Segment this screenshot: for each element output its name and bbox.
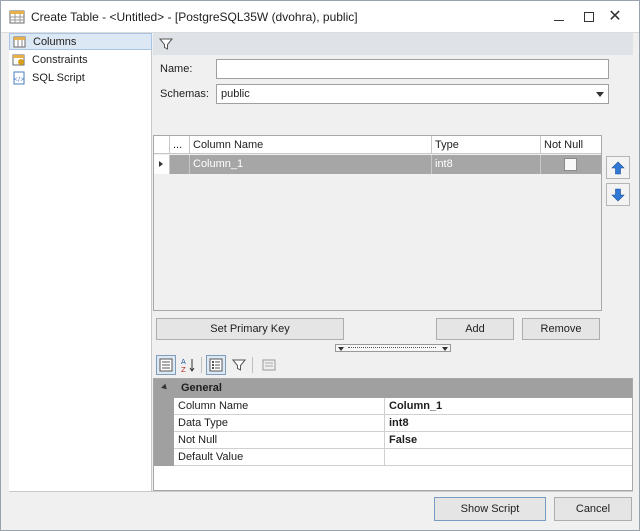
row-pointer-icon [159, 161, 163, 167]
minimize-icon [554, 19, 564, 21]
collapse-icon[interactable] [161, 383, 169, 392]
svg-text:Z: Z [181, 366, 186, 373]
property-name: Default Value [174, 449, 385, 466]
row-gutter [154, 432, 174, 449]
property-pages-icon [262, 359, 276, 371]
chevron-down-icon [596, 92, 604, 97]
nav-item-label: SQL Script [32, 71, 85, 84]
schemas-label: Schemas: [160, 88, 209, 100]
schemas-value: public [221, 88, 250, 100]
columns-panel: Name: Schemas: public ... Column Name Ty… [153, 33, 633, 491]
name-label: Name: [160, 63, 193, 75]
property-name: Data Type [174, 415, 385, 432]
property-row-data-type[interactable]: Data Type int8 [154, 415, 632, 432]
sql-script-icon: </> [13, 71, 25, 84]
arrow-down-icon [611, 188, 625, 201]
cell-column-name[interactable]: Column_1 [190, 155, 432, 174]
move-down-button[interactable] [606, 183, 630, 206]
row-ellipsis-cell[interactable] [170, 155, 190, 174]
property-row-not-null[interactable]: Not Null False [154, 432, 632, 449]
nav-item-columns[interactable]: Columns [9, 33, 152, 50]
property-pages-button[interactable] [259, 355, 279, 375]
categorized-icon [159, 358, 173, 372]
not-null-checkbox[interactable] [564, 158, 577, 171]
property-row-column-name[interactable]: Column Name Column_1 [154, 398, 632, 415]
filter-icon [232, 359, 246, 371]
filter-icon[interactable] [159, 37, 173, 51]
property-name: Column Name [174, 398, 385, 415]
header-ellipsis[interactable]: ... [170, 136, 190, 154]
nav-item-label: Constraints [32, 53, 88, 66]
row-gutter [154, 449, 174, 466]
left-navigation: Columns Constraints </> SQL Script [9, 33, 152, 491]
move-up-button[interactable] [606, 156, 630, 179]
row-indicator [154, 155, 170, 174]
header-column-name[interactable]: Column Name [190, 136, 432, 154]
window-title: Create Table - <Untitled> - [PostgreSQL3… [31, 10, 358, 24]
header-type[interactable]: Type [432, 136, 541, 154]
property-grid[interactable]: General Column Name Column_1 Data Type i… [153, 378, 633, 491]
panel-splitter[interactable] [335, 344, 451, 352]
create-table-window: Create Table - <Untitled> - [PostgreSQL3… [0, 0, 640, 531]
schemas-dropdown[interactable]: public [216, 84, 609, 104]
name-input[interactable] [216, 59, 609, 79]
row-gutter [154, 398, 174, 415]
property-value[interactable]: False [385, 432, 632, 449]
toolbar-separator [201, 357, 202, 373]
columns-grid[interactable]: ... Column Name Type Not Null Column_1 i… [153, 135, 602, 311]
cancel-button[interactable]: Cancel [554, 497, 632, 521]
nav-item-constraints[interactable]: Constraints [9, 51, 152, 68]
maximize-icon [584, 12, 594, 22]
sort-alphabetical-button[interactable]: A Z [178, 355, 198, 375]
table-icon [9, 10, 25, 24]
maximize-button[interactable] [575, 1, 603, 33]
set-primary-key-button[interactable]: Set Primary Key [156, 318, 344, 340]
properties-icon [209, 358, 223, 372]
table-row[interactable]: Column_1 int8 [154, 155, 601, 174]
remove-button[interactable]: Remove [522, 318, 600, 340]
constraints-icon [12, 54, 25, 65]
close-button[interactable]: ✕ [601, 1, 629, 33]
properties-button[interactable] [206, 355, 226, 375]
cell-not-null[interactable] [541, 155, 601, 174]
title-bar[interactable]: Create Table - <Untitled> - [PostgreSQL3… [1, 1, 639, 33]
header-not-null[interactable]: Not Null [541, 136, 601, 154]
cell-type[interactable]: int8 [432, 155, 541, 174]
property-toolbar: A Z [153, 355, 633, 377]
categorized-button[interactable] [156, 355, 176, 375]
svg-text:</>: </> [13, 76, 25, 83]
footer-separator [9, 491, 633, 492]
property-value[interactable] [385, 449, 632, 466]
add-button[interactable]: Add [436, 318, 514, 340]
close-icon: ✕ [608, 8, 622, 25]
svg-text:A: A [181, 358, 186, 366]
show-script-button[interactable]: Show Script [434, 497, 546, 521]
splitter-grip [348, 347, 436, 348]
header-indicator [154, 136, 170, 154]
columns-icon [13, 36, 26, 47]
chevron-down-icon [338, 347, 344, 351]
category-general[interactable]: General [154, 379, 632, 398]
sort-az-icon: A Z [181, 358, 195, 373]
property-row-default-value[interactable]: Default Value [154, 449, 632, 466]
grid-header: ... Column Name Type Not Null [154, 136, 601, 154]
property-value[interactable]: int8 [385, 415, 632, 432]
arrow-up-icon [611, 161, 625, 174]
property-name: Not Null [174, 432, 385, 449]
property-value[interactable]: Column_1 [385, 398, 632, 415]
filter-properties-button[interactable] [229, 355, 249, 375]
filter-toolbar [153, 33, 633, 55]
minimize-button[interactable] [545, 1, 573, 33]
category-label: General [181, 382, 222, 394]
nav-item-sql-script[interactable]: </> SQL Script [9, 69, 152, 86]
row-gutter [154, 415, 174, 432]
toolbar-separator [252, 357, 253, 373]
chevron-down-icon [442, 347, 448, 351]
nav-item-label: Columns [33, 35, 77, 48]
